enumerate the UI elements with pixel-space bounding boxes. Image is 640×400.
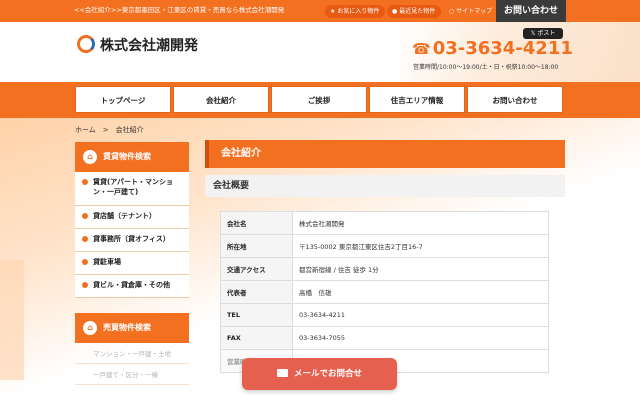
favorites-button[interactable]: ★ お気に入り物件 xyxy=(325,5,386,18)
bullet-icon xyxy=(82,179,88,185)
sidebar-item-label: 貸店舗（テナント） xyxy=(93,212,156,220)
nav-company[interactable]: 会社紹介 xyxy=(173,86,269,113)
logo-icon[interactable] xyxy=(77,35,95,53)
sidebar-item-rental-residence[interactable]: 賃貸(アパート・マンション・一戸建て) xyxy=(75,172,189,206)
bullet-icon xyxy=(82,213,88,219)
row-key: TEL xyxy=(220,303,293,327)
sitemap-link[interactable]: ○ サイトマップ xyxy=(449,5,492,18)
row-key: FAX xyxy=(220,326,293,350)
section-title: 会社概要 xyxy=(205,175,565,197)
phone-icon: ☎ xyxy=(412,40,431,58)
table-row: 所在地 〒135-0002 東京都江東区住吉2丁目16-7 xyxy=(220,234,549,258)
sidebar-item-sale[interactable]: マンション・一戸建・土地 xyxy=(75,343,189,364)
table-row: FAX 03-3634-7055 xyxy=(220,326,549,350)
top-contact-button[interactable]: お問い合わせ xyxy=(496,0,566,22)
sidebar-item-label: 貸事務所（貸オフィス） xyxy=(93,235,170,243)
row-key: 会社名 xyxy=(220,211,293,235)
rental-search-heading: ⌂ 賃貸物件検索 xyxy=(75,142,189,172)
phone-text: 03-3634-4211 xyxy=(432,38,573,59)
breadcrumb[interactable]: ホーム > 会社紹介 xyxy=(75,125,144,135)
recent-label: 最近見た物件 xyxy=(399,8,436,15)
bullet-icon xyxy=(82,236,88,242)
mail-contact-button[interactable]: メールでお問合せ xyxy=(242,358,397,390)
rental-list: 賃貸(アパート・マンション・一戸建て) 貸店舗（テナント） 貸事務所（貸オフィス… xyxy=(75,172,189,298)
mail-icon xyxy=(276,369,288,377)
row-value: 高橋 信雄 xyxy=(292,280,549,304)
row-value: 都営新宿線 / 住吉 徒歩 1分 xyxy=(292,257,549,281)
background-left-bar xyxy=(0,260,24,380)
search-house-icon: ⌂ xyxy=(83,150,97,164)
sale-search-title: 売買物件検索 xyxy=(103,323,151,332)
rental-search-title: 賃貸物件検索 xyxy=(103,152,151,161)
top-tagline: <<会社紹介>>東京都墨田区・江東区の賃貸・売買なら株式会社潮開発 xyxy=(74,6,285,14)
table-row: 代表者 高橋 信雄 xyxy=(220,280,549,304)
bullet-icon xyxy=(82,259,88,265)
table-row: 会社名 株式会社潮開発 xyxy=(220,211,549,235)
nav-area-info[interactable]: 住吉エリア情報 xyxy=(369,86,465,113)
sitemap-label: サイトマップ xyxy=(456,8,493,15)
company-logo-text[interactable]: 株式会社潮開発 xyxy=(100,35,198,55)
recent-button[interactable]: ● 最近見た物件 xyxy=(387,5,442,18)
nav-top[interactable]: トップページ xyxy=(75,86,171,113)
sidebar-item-label: 貸ビル・貸倉庫・その他 xyxy=(93,281,170,289)
x-icon: 𝕏 xyxy=(530,30,536,37)
company-info-table: 会社名 株式会社潮開発 所在地 〒135-0002 東京都江東区住吉2丁目16-7 … xyxy=(220,211,549,373)
sale-search-heading: ⌂ 売買物件検索 xyxy=(75,313,189,343)
favorites-label: お気に入り物件 xyxy=(337,8,380,15)
clock-icon: ● xyxy=(392,8,398,15)
sidebar-item-rental-building[interactable]: 貸ビル・貸倉庫・その他 xyxy=(75,275,189,298)
sale-list: マンション・一戸建・土地 一戸建て・区分・一棟 xyxy=(75,343,189,400)
sidebar-item-rental-office[interactable]: 貸事務所（貸オフィス） xyxy=(75,229,189,252)
sidebar-item-rental-parking[interactable]: 貸駐車場 xyxy=(75,252,189,275)
phone-number[interactable]: ☎ 03-3634-4211 xyxy=(412,38,573,59)
row-key: 所在地 xyxy=(220,234,293,258)
row-value: 〒135-0002 東京都江東区住吉2丁目16-7 xyxy=(292,234,549,258)
nav-contact[interactable]: お問い合わせ xyxy=(467,86,563,113)
post-label: ポスト xyxy=(537,30,556,37)
row-value: 03-3634-7055 xyxy=(292,326,549,350)
sidebar-item-sale[interactable]: 一戸建て・区分・一棟 xyxy=(75,364,189,385)
sitemap-icon: ○ xyxy=(449,8,455,15)
business-hours: 営業時間/10:00〜19:00/土・日・祝祭10:00〜18:00 xyxy=(413,64,559,71)
row-key: 交通アクセス xyxy=(220,257,293,281)
page-title: 会社紹介 xyxy=(205,140,565,168)
row-value: 03-3634-4211 xyxy=(292,303,549,327)
nav-greeting[interactable]: ご挨拶 xyxy=(271,86,367,113)
row-value: 株式会社潮開発 xyxy=(292,211,549,235)
search-house-icon: ⌂ xyxy=(83,321,97,335)
bullet-icon xyxy=(82,282,88,288)
mail-contact-label: メールでお問合せ xyxy=(293,369,362,379)
row-key: 代表者 xyxy=(220,280,293,304)
sidebar-item-label: 貸駐車場 xyxy=(93,258,121,266)
sidebar-item-rental-store[interactable]: 貸店舗（テナント） xyxy=(75,206,189,229)
table-row: TEL 03-3634-4211 xyxy=(220,303,549,327)
star-icon: ★ xyxy=(330,8,336,15)
sidebar-item-label: 賃貸(アパート・マンション・一戸建て) xyxy=(93,178,174,196)
table-row: 交通アクセス 都営新宿線 / 住吉 徒歩 1分 xyxy=(220,257,549,281)
